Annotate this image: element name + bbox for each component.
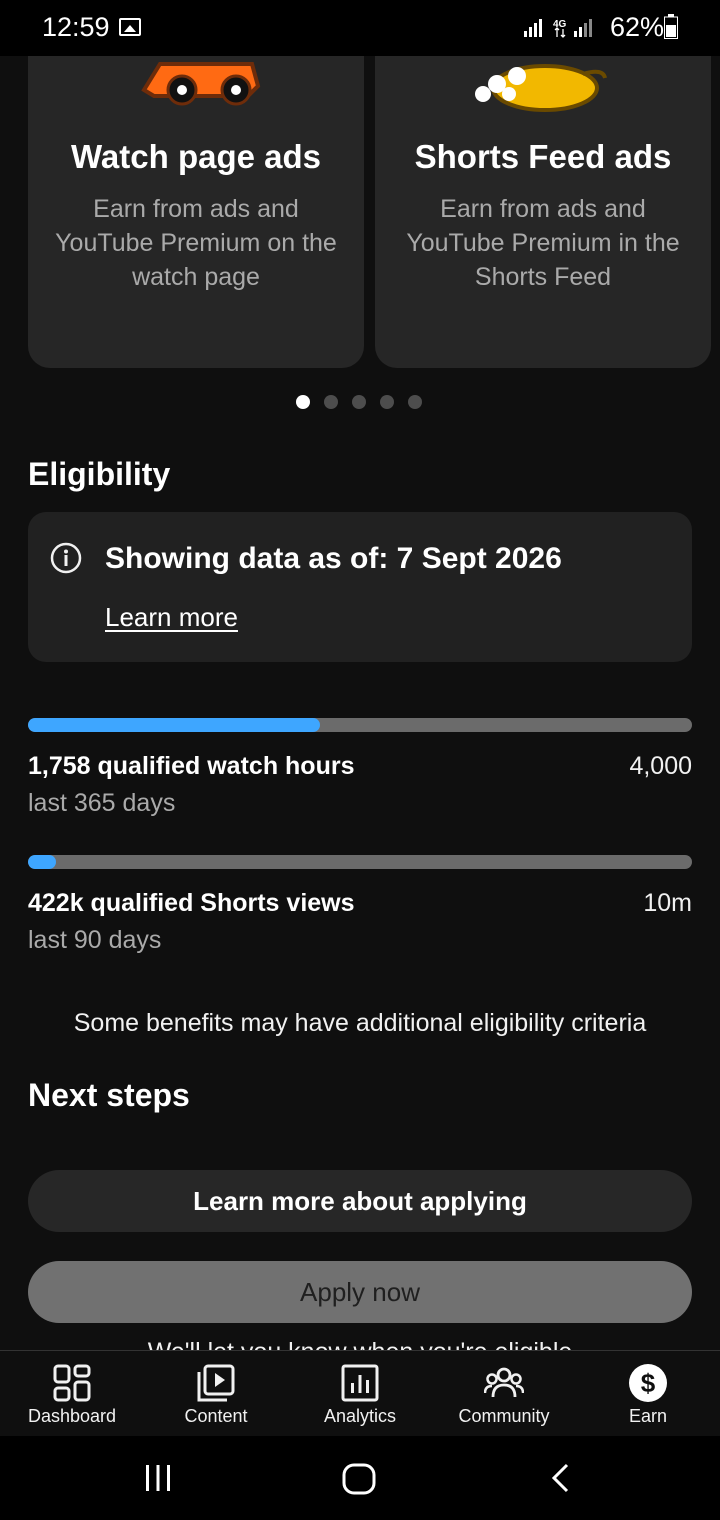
battery-percent: 62% bbox=[610, 12, 665, 42]
nav-label: Earn bbox=[628, 1406, 668, 1426]
status-time: 12:59 bbox=[42, 12, 110, 42]
data-date-info-box: Showing data as of: 7 Sept 2026 Learn mo… bbox=[28, 512, 692, 662]
watch-hours-label: 1,758 qualified watch hours bbox=[28, 752, 355, 780]
carousel-indicator[interactable] bbox=[296, 395, 422, 409]
watch-hours-target: 4,000 bbox=[629, 752, 692, 780]
gallery-icon bbox=[119, 18, 141, 36]
recent-apps-icon[interactable] bbox=[142, 1462, 174, 1494]
shorts-views-label: 422k qualified Shorts views bbox=[28, 889, 355, 917]
shorts-views-progress-fill bbox=[28, 855, 57, 869]
nav-analytics[interactable]: Analytics bbox=[288, 1351, 432, 1437]
nav-community[interactable]: Community bbox=[432, 1351, 576, 1437]
eligibility-heading: Eligibility bbox=[28, 456, 171, 492]
shorts-views-period: last 90 days bbox=[28, 926, 162, 954]
bottom-nav: Dashboard Content Analytics Community $ … bbox=[0, 1350, 720, 1436]
content-icon bbox=[197, 1364, 235, 1402]
nav-label: Content bbox=[184, 1406, 248, 1426]
carousel-dot[interactable] bbox=[352, 395, 366, 409]
nav-label: Analytics bbox=[323, 1406, 397, 1426]
learn-more-about-applying-button[interactable]: Learn more about applying bbox=[28, 1170, 692, 1232]
battery-icon bbox=[664, 14, 678, 39]
nav-label: Community bbox=[458, 1406, 550, 1426]
back-icon[interactable] bbox=[546, 1462, 576, 1494]
nav-earn[interactable]: $ Earn bbox=[576, 1351, 720, 1437]
nav-dashboard[interactable]: Dashboard bbox=[0, 1351, 144, 1437]
eligibility-note: Some benefits may have additional eligib… bbox=[73, 1009, 647, 1037]
earn-content[interactable]: Watch page ads Earn from ads and YouTube… bbox=[0, 56, 720, 1350]
nav-content[interactable]: Content bbox=[144, 1351, 288, 1437]
watch-hours-progress-bar bbox=[28, 718, 692, 732]
card-description: Earn from ads and YouTube Premium on the… bbox=[55, 195, 337, 291]
system-nav-bar bbox=[0, 1436, 720, 1520]
analytics-icon bbox=[341, 1364, 379, 1402]
learn-more-link[interactable]: Learn more bbox=[105, 602, 238, 633]
carousel-dot-active[interactable] bbox=[296, 395, 310, 409]
watch-hours-period: last 365 days bbox=[28, 789, 176, 817]
carousel-dot[interactable] bbox=[408, 395, 422, 409]
nav-label: Dashboard bbox=[27, 1406, 117, 1426]
card-title: Watch page ads bbox=[71, 138, 321, 175]
card-description: Earn from ads and YouTube Premium in the… bbox=[406, 195, 680, 291]
shorts-feed-ads-card[interactable]: Shorts Feed ads Earn from ads and YouTub… bbox=[375, 56, 711, 368]
dashboard-icon bbox=[53, 1364, 91, 1402]
carousel-dot[interactable] bbox=[324, 395, 338, 409]
shorts-views-progress-bar bbox=[28, 855, 692, 869]
watch-hours-progress-fill bbox=[28, 718, 320, 732]
community-icon bbox=[484, 1367, 524, 1398]
svg-text:$: $ bbox=[641, 1368, 656, 1398]
next-steps-heading: Next steps bbox=[28, 1077, 190, 1113]
data-date-text: Showing data as of: 7 Sept 2026 bbox=[105, 542, 562, 575]
eligibility-notice-text: We'll let you know when you're eligible bbox=[0, 1338, 720, 1350]
apply-now-button[interactable]: Apply now bbox=[28, 1261, 692, 1323]
earn-icon: $ bbox=[629, 1364, 667, 1402]
info-icon bbox=[50, 542, 82, 574]
shorts-views-target: 10m bbox=[643, 889, 692, 917]
carousel-dot[interactable] bbox=[380, 395, 394, 409]
card-title: Shorts Feed ads bbox=[414, 138, 672, 175]
signal-icon: 4G bbox=[524, 19, 592, 38]
car-illustration-icon bbox=[141, 62, 261, 106]
watch-page-ads-card[interactable]: Watch page ads Earn from ads and YouTube… bbox=[28, 56, 364, 368]
home-icon[interactable] bbox=[341, 1462, 377, 1496]
network-type: 4G bbox=[553, 19, 567, 30]
popcorn-illustration-icon bbox=[475, 64, 607, 112]
status-bar: 12:59 4G 62% bbox=[0, 0, 720, 56]
